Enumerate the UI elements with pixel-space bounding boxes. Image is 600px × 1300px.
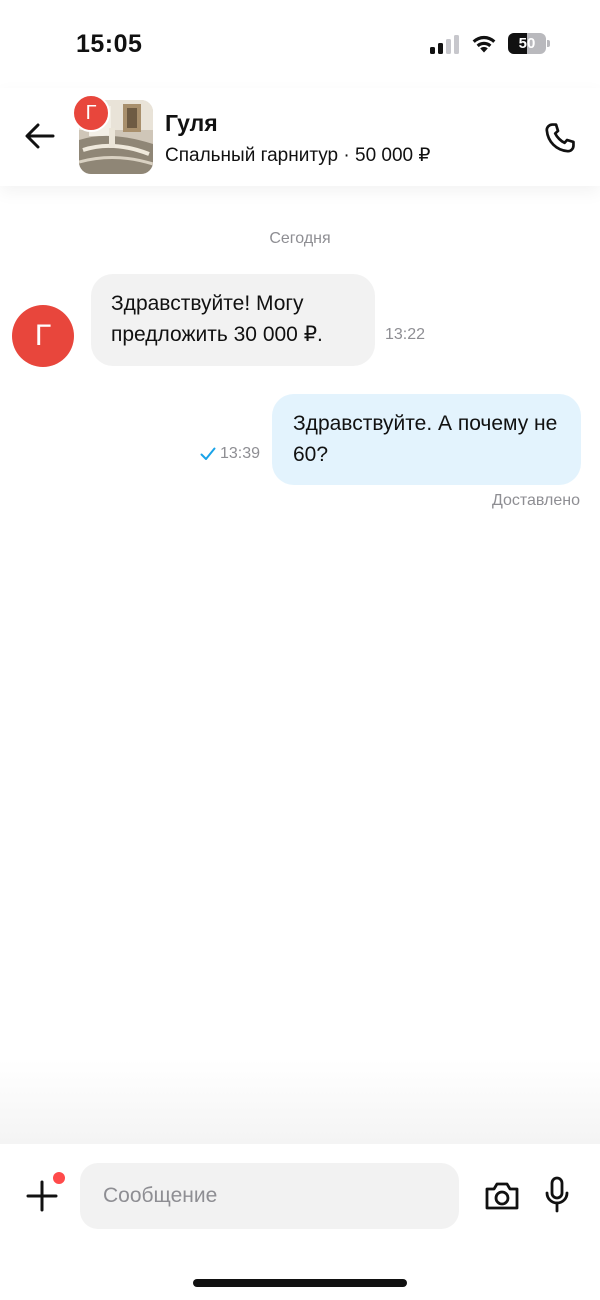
back-button[interactable] — [22, 118, 58, 154]
message-input[interactable] — [80, 1163, 459, 1229]
date-divider: Сегодня — [269, 230, 331, 247]
attach-button[interactable] — [24, 1178, 60, 1214]
camera-button[interactable] — [483, 1177, 521, 1215]
call-button[interactable] — [540, 118, 580, 158]
phone-icon — [545, 123, 575, 153]
message-composer — [0, 1144, 600, 1300]
message-time: 13:22 — [385, 326, 426, 343]
contact-initial-badge: Г — [72, 94, 110, 132]
incoming-message-bubble[interactable]: Здравствуйте! Могу предложить 30 000 ₽. — [91, 274, 375, 366]
notification-dot — [53, 1172, 65, 1184]
outgoing-message-meta: 13:39 — [200, 445, 260, 463]
home-indicator — [193, 1279, 407, 1287]
microphone-button[interactable] — [543, 1175, 571, 1215]
back-arrow-icon — [25, 123, 55, 149]
contact-name[interactable]: Гуля — [165, 110, 218, 137]
delivery-status: Доставлено — [491, 492, 580, 509]
composer-fade — [0, 1060, 600, 1144]
microphone-icon — [545, 1176, 569, 1213]
status-bar: 15:05 50 — [0, 0, 600, 88]
listing-title[interactable]: Спальный гарнитур · 50 000 ₽ — [165, 144, 431, 167]
status-time: 15:05 — [76, 30, 143, 58]
plus-icon — [26, 1180, 58, 1212]
check-icon — [200, 447, 216, 460]
outgoing-message-bubble[interactable]: Здравствуйте. А почему не 60? — [272, 394, 581, 485]
chat-header: Г Гуля Спальный гарнитур · 50 000 ₽ — [0, 88, 600, 186]
camera-icon — [485, 1182, 519, 1210]
battery-icon: 50 — [508, 33, 550, 54]
avatar[interactable]: Г — [12, 305, 74, 367]
message-time: 13:39 — [220, 445, 261, 462]
signal-icon — [430, 34, 462, 54]
battery-level: 50 — [518, 35, 536, 52]
wifi-icon — [472, 35, 496, 53]
